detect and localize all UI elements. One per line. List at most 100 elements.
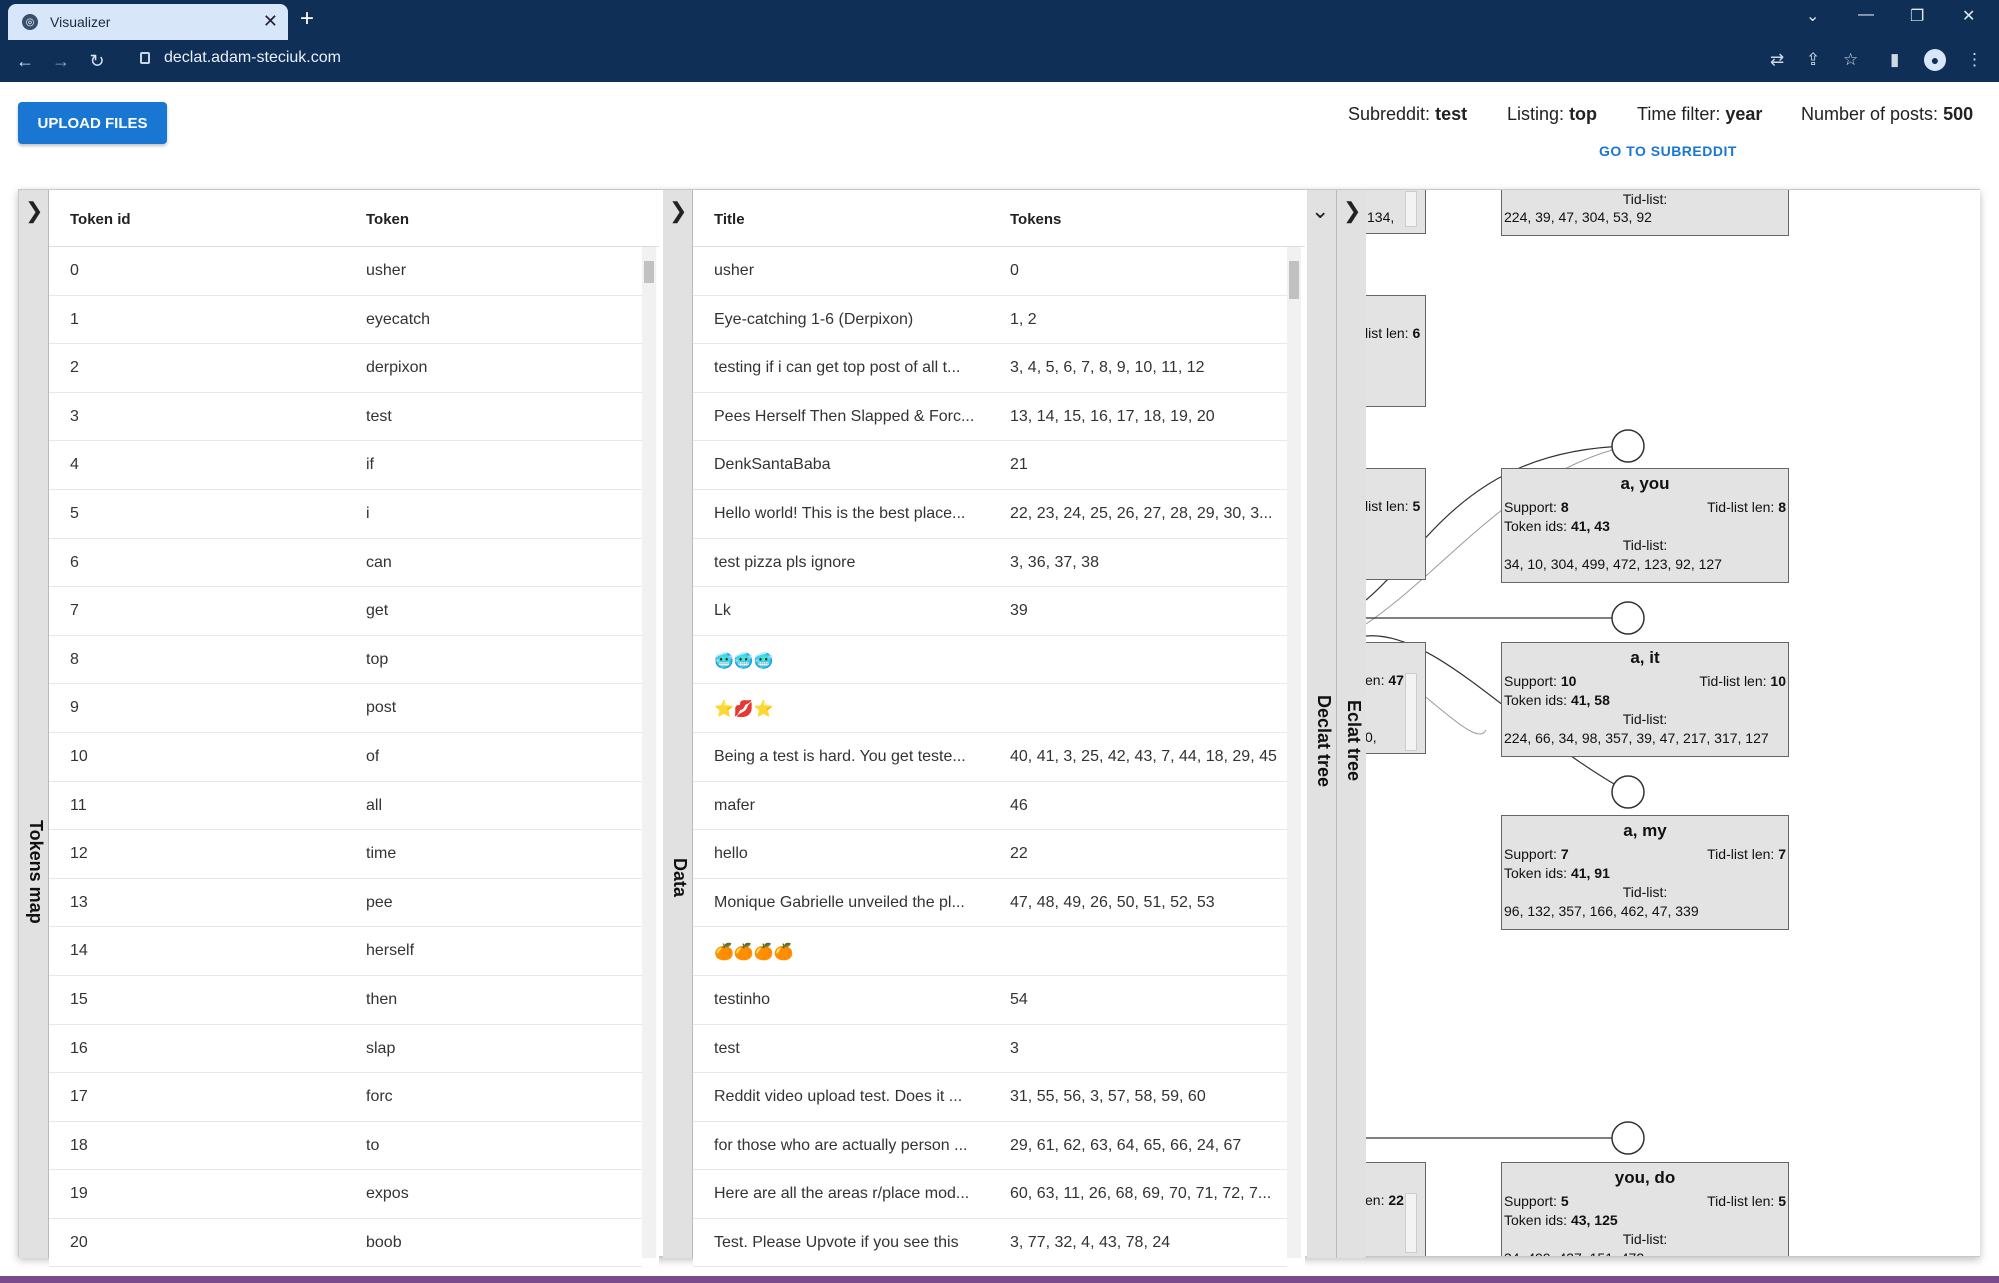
- table-row[interactable]: DenkSantaBaba 21: [693, 441, 1287, 490]
- table-row[interactable]: 13 pee: [49, 879, 642, 928]
- tree-node[interactable]: a, it Support: 10 Tid-list len: 10 Token…: [1501, 642, 1789, 757]
- table-row[interactable]: Reddit video upload test. Does it ... 31,…: [693, 1073, 1287, 1122]
- table-row[interactable]: 18 to: [49, 1122, 642, 1171]
- close-window-icon[interactable]: ✕: [1962, 6, 1975, 26]
- table-row[interactable]: 12 time: [49, 830, 642, 879]
- address-bar[interactable]: declat.adam-steciuk.com: [164, 49, 341, 67]
- data-scrollbar[interactable]: [1287, 247, 1301, 1258]
- close-tab-icon[interactable]: ✕: [263, 11, 278, 32]
- scroll-thumb[interactable]: [1289, 261, 1299, 299]
- col-token-id[interactable]: Token id: [70, 211, 131, 228]
- table-row[interactable]: Monique Gabrielle unveiled the pl... 47, …: [693, 879, 1287, 928]
- table-row[interactable]: Lk 39: [693, 587, 1287, 636]
- data-strip[interactable]: ❯ Data: [663, 190, 693, 1258]
- partial-node[interactable]: list len: 6: [1366, 295, 1426, 407]
- bookmark-star-icon[interactable]: ☆: [1843, 50, 1858, 70]
- table-row[interactable]: 20 boob: [49, 1219, 642, 1268]
- tree-node-handle[interactable]: [1611, 775, 1645, 809]
- restore-icon[interactable]: ❐: [1910, 6, 1924, 26]
- col-token[interactable]: Token: [366, 211, 409, 228]
- table-row[interactable]: 19 expos: [49, 1170, 642, 1219]
- table-row[interactable]: ⭐💋⭐: [693, 684, 1287, 733]
- eclat-tree-canvas[interactable]: 134, list len: 6 list len: 5 en: 47 0, e…: [1366, 190, 1980, 1256]
- table-row[interactable]: 14 herself: [49, 927, 642, 976]
- scroll-thumb[interactable]: [644, 261, 654, 283]
- menu-kebab-icon[interactable]: ⋮: [1966, 50, 1983, 70]
- chevron-right-icon[interactable]: ❯: [669, 198, 687, 224]
- table-row[interactable]: 8 top: [49, 636, 642, 685]
- table-row[interactable]: testing if i can get top post of all t..…: [693, 344, 1287, 393]
- tokens-scrollbar[interactable]: [642, 247, 656, 1258]
- mini-scrollbar[interactable]: [1405, 191, 1417, 227]
- translate-icon[interactable]: ⇄: [1770, 50, 1784, 70]
- table-row[interactable]: 7 get: [49, 587, 642, 636]
- tree-node-handle[interactable]: [1611, 601, 1645, 635]
- table-row[interactable]: hello 22: [693, 830, 1287, 879]
- tree-node[interactable]: you, do Support: 5 Tid-list len: 5 Token…: [1501, 1162, 1789, 1256]
- table-row[interactable]: 5i: [49, 490, 642, 539]
- go-to-subreddit-link[interactable]: GO TO SUBREDDIT: [1599, 143, 1737, 159]
- partial-node[interactable]: en: 22: [1366, 1162, 1426, 1256]
- chevron-right-icon[interactable]: ❯: [1343, 198, 1361, 224]
- tokens-cell: 0: [1010, 262, 1019, 279]
- partial-node[interactable]: en: 47 0,: [1366, 642, 1426, 754]
- col-title[interactable]: Title: [714, 211, 745, 228]
- table-row[interactable]: Pees Herself Then Slapped & Forc... 13, 1…: [693, 393, 1287, 442]
- table-row[interactable]: 2 derpixon: [49, 344, 642, 393]
- declat-tree-strip[interactable]: ⌄ Declat tree: [1307, 190, 1337, 1258]
- table-row[interactable]: 0 usher: [49, 247, 642, 296]
- table-row[interactable]: 6 can: [49, 539, 642, 588]
- table-row[interactable]: 17 forc: [49, 1073, 642, 1122]
- table-row[interactable]: mafer 46: [693, 782, 1287, 831]
- tokens-cell: 47, 48, 49, 26, 50, 51, 52, 53: [1010, 893, 1215, 911]
- browser-tab[interactable]: ◎ Visualizer ✕: [8, 4, 288, 40]
- tree-node[interactable]: a, you Support: 8 Tid-list len: 8 Token …: [1501, 468, 1789, 583]
- table-row[interactable]: usher 0: [693, 247, 1287, 296]
- table-row[interactable]: 🥶🥶🥶: [693, 636, 1287, 685]
- table-row[interactable]: Here are all the areas r/place mod... 60,…: [693, 1170, 1287, 1219]
- mini-scrollbar[interactable]: [1405, 1193, 1417, 1253]
- tab-search-icon[interactable]: ⌄: [1806, 6, 1819, 26]
- reload-icon[interactable]: ↻: [88, 51, 106, 72]
- new-tab-icon[interactable]: +: [300, 6, 314, 32]
- tree-node-handle[interactable]: [1611, 1121, 1645, 1155]
- tree-node[interactable]: a, my Support: 7 Tid-list len: 7 Token i…: [1501, 815, 1789, 930]
- table-row[interactable]: for those who are actually person ... 29,…: [693, 1122, 1287, 1171]
- partial-node[interactable]: list len: 5: [1366, 468, 1426, 580]
- token-cell: herself: [366, 942, 415, 960]
- table-row[interactable]: 1 eyecatch: [49, 296, 642, 345]
- table-row[interactable]: Test. Please Upvote if you see this 3, 77…: [693, 1219, 1287, 1268]
- table-row[interactable]: test 3: [693, 1025, 1287, 1074]
- eclat-tree-strip[interactable]: ❯ Eclat tree: [1337, 190, 1367, 1258]
- share-icon[interactable]: ⇪: [1806, 50, 1820, 70]
- partial-node[interactable]: 134,: [1366, 190, 1426, 234]
- table-row[interactable]: Being a test is hard. You get teste... 40…: [693, 733, 1287, 782]
- tokens-map-strip[interactable]: ❯ Tokens map: [19, 190, 49, 1258]
- table-row[interactable]: 3 test: [49, 393, 642, 442]
- col-tokens[interactable]: Tokens: [1010, 211, 1061, 228]
- table-row[interactable]: Eye-catching 1-6 (Derpixon) 1, 2: [693, 296, 1287, 345]
- table-row[interactable]: 15 then: [49, 976, 642, 1025]
- tokens-cell: 3, 77, 32, 4, 43, 78, 24: [1010, 1233, 1171, 1251]
- minimize-icon[interactable]: —: [1858, 6, 1874, 24]
- table-row[interactable]: 9 post: [49, 684, 642, 733]
- chevron-down-icon[interactable]: ⌄: [1311, 198, 1329, 224]
- tokens-cell: 60, 63, 11, 26, 68, 69, 70, 71, 72, 7...: [1010, 1185, 1272, 1203]
- back-icon[interactable]: ←: [16, 51, 34, 72]
- profile-avatar[interactable]: ●: [1924, 49, 1946, 71]
- chevron-right-icon[interactable]: ❯: [25, 198, 43, 224]
- table-row[interactable]: 11 all: [49, 782, 642, 831]
- forward-icon[interactable]: →: [52, 51, 70, 72]
- table-row[interactable]: 16 slap: [49, 1025, 642, 1074]
- tree-node-top[interactable]: Tid-list: 224, 39, 47, 304, 53, 92: [1501, 190, 1789, 236]
- upload-files-button[interactable]: UPLOAD FILES: [18, 102, 167, 144]
- table-row[interactable]: 4 if: [49, 441, 642, 490]
- table-row[interactable]: test pizza pls ignore 3, 36, 37, 38: [693, 539, 1287, 588]
- tree-node-handle[interactable]: [1611, 429, 1645, 463]
- table-row[interactable]: Hello world! This is the best place... 22…: [693, 490, 1287, 539]
- table-row[interactable]: 10 of: [49, 733, 642, 782]
- table-row[interactable]: testinho 54: [693, 976, 1287, 1025]
- table-row[interactable]: 🍊🍊🍊🍊: [693, 927, 1287, 976]
- side-panel-icon[interactable]: ▮: [1890, 50, 1899, 70]
- mini-scrollbar[interactable]: [1405, 673, 1417, 751]
